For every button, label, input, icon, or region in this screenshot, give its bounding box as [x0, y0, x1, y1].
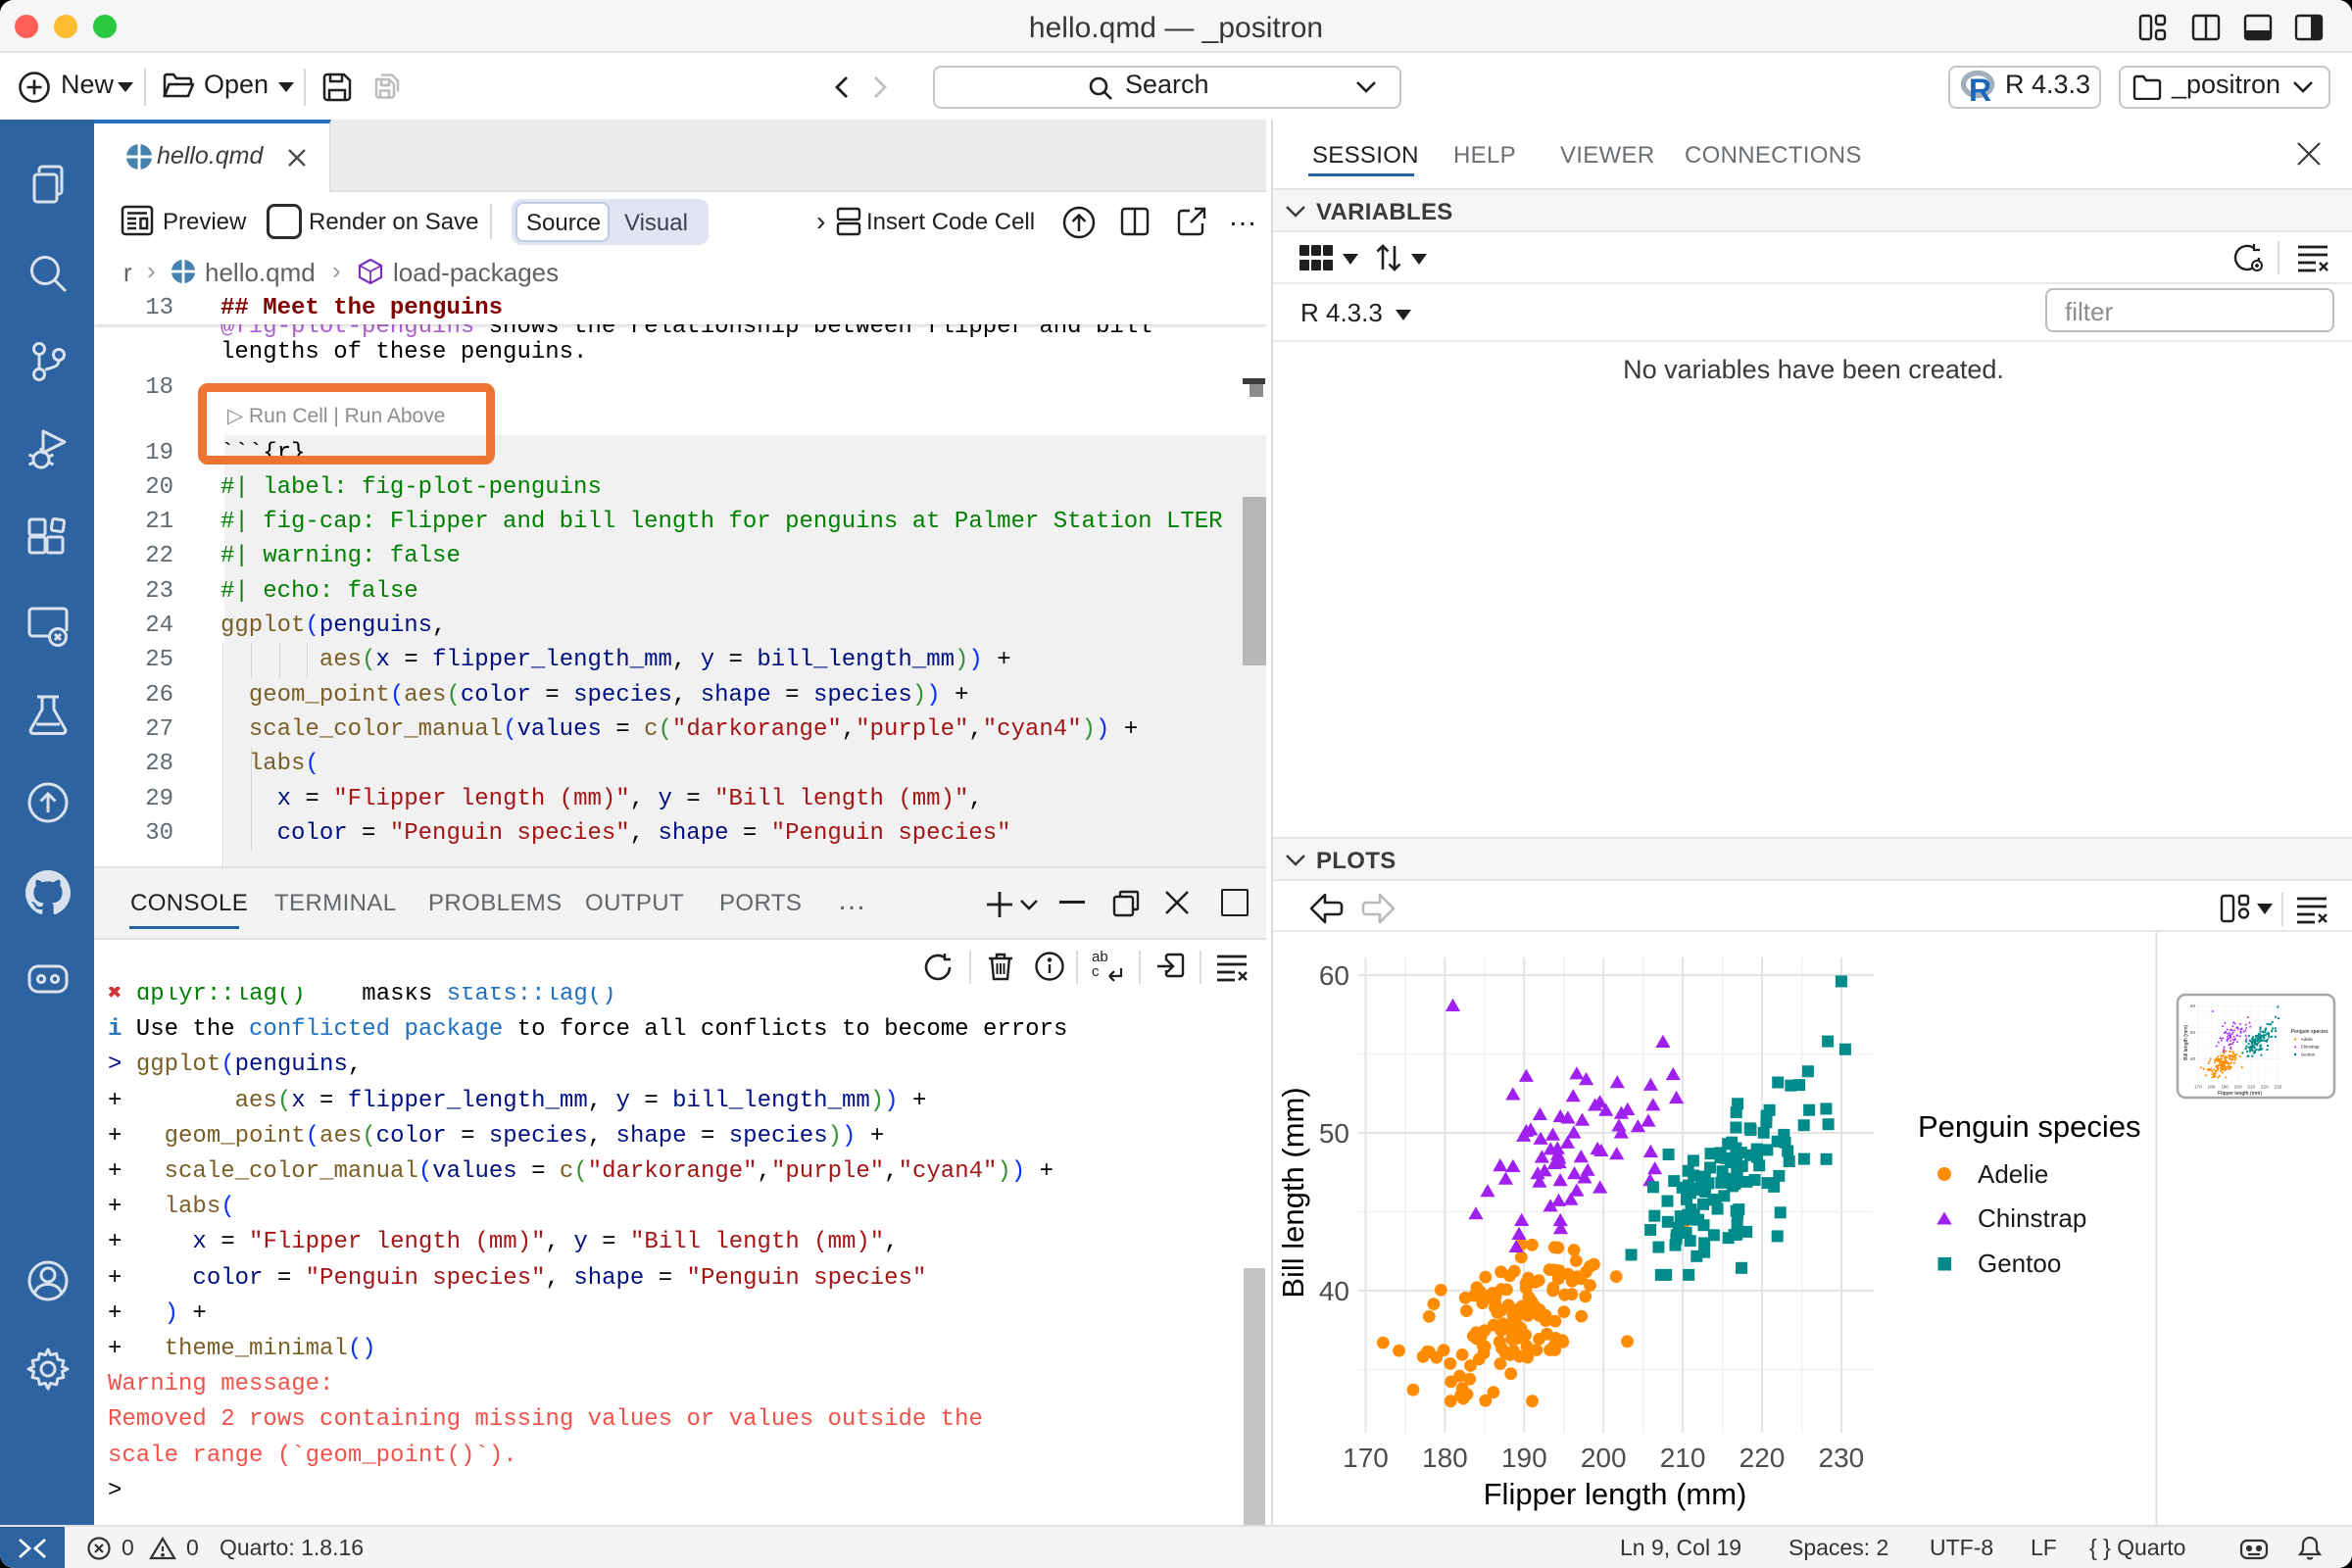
- svg-text:c: c: [1092, 963, 1100, 980]
- svg-text:R: R: [1969, 73, 1991, 105]
